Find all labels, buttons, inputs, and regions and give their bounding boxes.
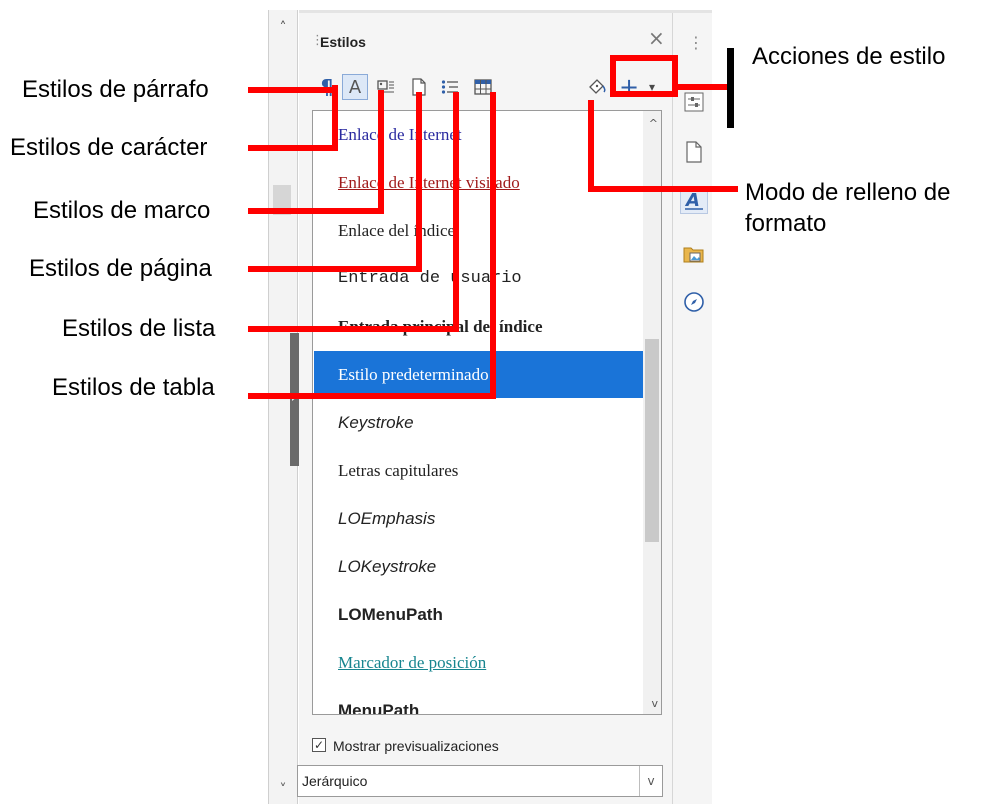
style-list-item[interactable]: Entrada de usuario: [314, 255, 644, 302]
annotation-line: [588, 100, 594, 192]
style-filter-select[interactable]: Jerárquico v: [297, 765, 663, 797]
annotation-line: [588, 186, 738, 192]
style-list-item[interactable]: LOKeystroke: [314, 543, 644, 590]
chevron-up-icon[interactable]: ˄: [269, 20, 297, 36]
style-list-item[interactable]: LOEmphasis: [314, 495, 644, 542]
styles-list: Enlace de Internet Enlace de Internet vis…: [312, 110, 662, 715]
show-previews-checkbox[interactable]: ✓: [312, 738, 326, 752]
style-list-item[interactable]: Enlace del índice: [314, 207, 644, 254]
character-styles-button[interactable]: A: [342, 74, 368, 100]
chevron-down-icon[interactable]: ˅: [269, 782, 297, 798]
deck-top-border: [299, 10, 712, 13]
tab-page[interactable]: [680, 138, 708, 166]
annotation-line: [248, 145, 338, 151]
style-filter-value: Jerárquico: [302, 773, 368, 789]
label-fill-format-line2: formato: [745, 210, 827, 237]
list-scrollbar[interactable]: ^ v: [643, 111, 661, 714]
panel-title: Estilos: [320, 34, 366, 50]
styles-a-icon: A: [684, 190, 703, 211]
annotation-line: [248, 87, 336, 93]
style-list-item[interactable]: Letras capitulares: [314, 447, 644, 494]
style-list-item[interactable]: LOMenuPath: [314, 591, 644, 638]
tab-navigator[interactable]: [680, 288, 708, 316]
annotation-line: [332, 85, 338, 151]
annotation-line: [248, 208, 382, 214]
tab-properties[interactable]: [680, 88, 708, 116]
annotation-line: [453, 92, 459, 332]
label-table-styles: Estilos de tabla: [52, 374, 215, 401]
annotation-line: [248, 393, 496, 399]
svg-text:A: A: [684, 190, 700, 211]
style-list-item[interactable]: Enlace de Internet visitado: [314, 159, 644, 206]
more-options-icon[interactable]: ⋮: [688, 33, 704, 52]
label-character-styles: Estilos de carácter: [10, 134, 208, 161]
style-list-item[interactable]: MenuPath: [314, 687, 644, 714]
fill-format-mode-button[interactable]: [586, 76, 608, 98]
compass-icon: [684, 292, 704, 312]
annotation-line: [490, 92, 496, 399]
style-list-item[interactable]: Estilo predeterminado: [314, 351, 644, 398]
style-list-item[interactable]: Keystroke: [314, 399, 644, 446]
annotation-bracket: [727, 48, 734, 128]
paint-bucket-icon: [589, 79, 606, 94]
annotation-box: [610, 55, 678, 97]
style-list-item[interactable]: Marcador de posición: [314, 639, 644, 686]
annotation-line: [416, 92, 422, 272]
gallery-icon: [683, 247, 704, 263]
annotation-line: [248, 266, 422, 272]
show-previews-label: Mostrar previsualizaciones: [333, 738, 499, 754]
chevron-down-icon[interactable]: v: [639, 766, 662, 796]
style-list-item[interactable]: Enlace de Internet: [314, 111, 644, 158]
label-paragraph-styles: Estilos de párrafo: [22, 76, 209, 103]
list-scrollbar-thumb[interactable]: [645, 339, 659, 542]
scroll-down-icon[interactable]: v: [651, 697, 658, 710]
page-icon: [686, 141, 702, 163]
label-style-actions: Acciones de estilo: [752, 43, 946, 70]
sliders-icon: [684, 92, 704, 112]
annotation-line: [378, 90, 384, 214]
label-frame-styles: Estilos de marco: [33, 197, 211, 224]
label-fill-format-line1: Modo de relleno de: [745, 179, 951, 206]
close-icon[interactable]: ×: [648, 26, 665, 50]
sidebar-tabbar: [672, 13, 712, 804]
annotation-line: [248, 326, 459, 332]
tab-gallery[interactable]: [680, 240, 708, 268]
scroll-up-icon[interactable]: ^: [649, 117, 658, 130]
annotation-line: [676, 84, 728, 90]
label-page-styles: Estilos de página: [29, 255, 212, 282]
label-list-styles: Estilos de lista: [62, 315, 216, 342]
